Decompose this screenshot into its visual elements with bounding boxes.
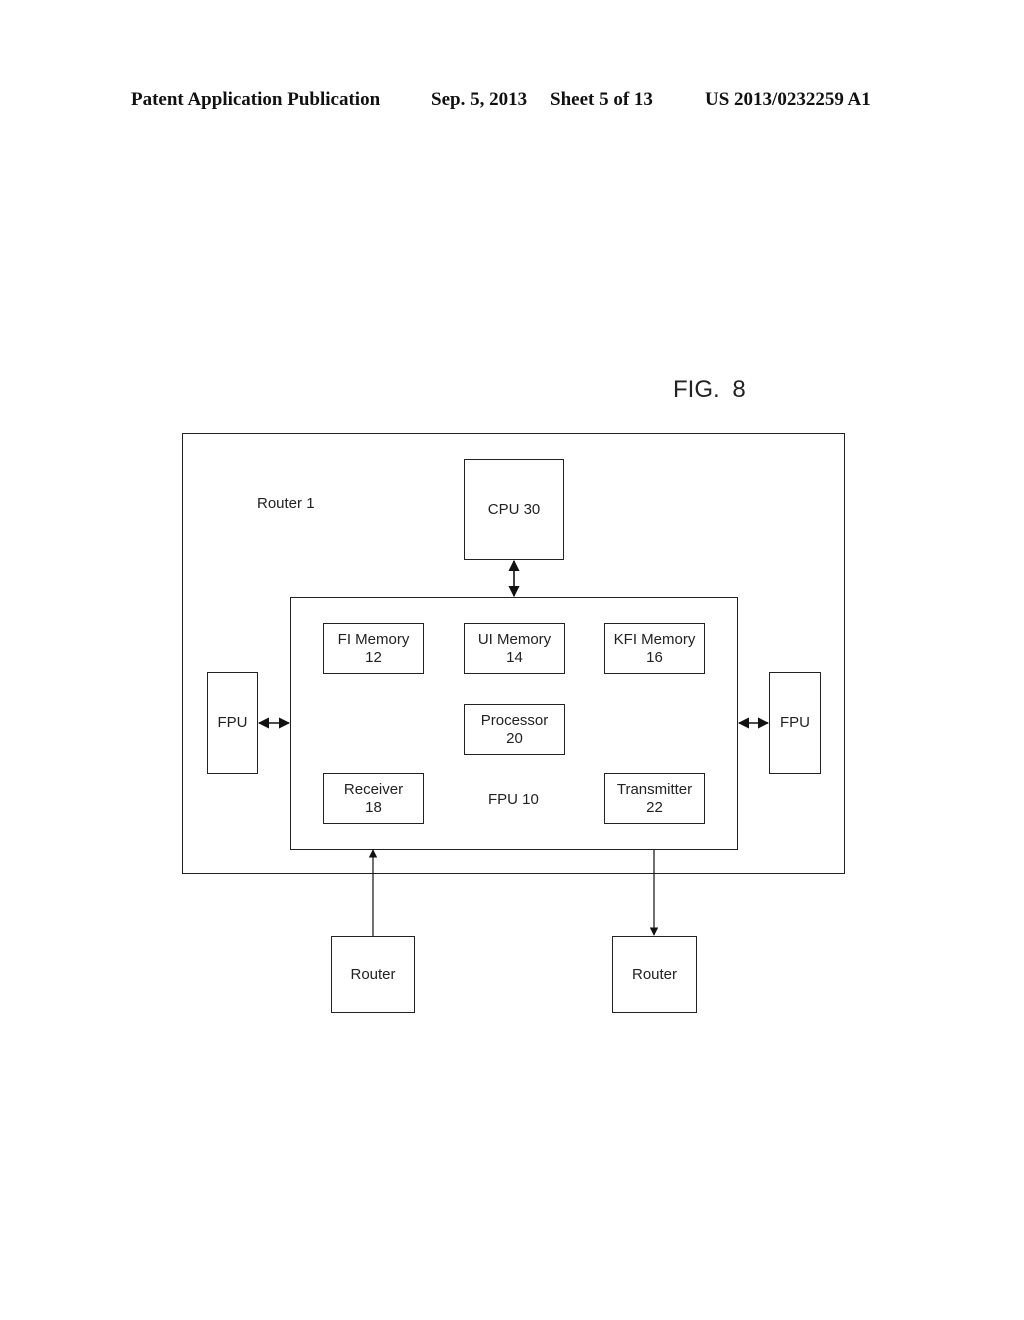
transmitter-text: Transmitter 22 <box>605 781 704 817</box>
fi-memory-box: FI Memory 12 <box>323 623 424 674</box>
kfi-memory-box: KFI Memory 16 <box>604 623 705 674</box>
receiver-text: Receiver 18 <box>324 781 423 817</box>
cpu-box: CPU 30 <box>464 459 564 560</box>
kfi-memory-ref: 16 <box>646 648 663 666</box>
processor-box: Processor 20 <box>464 704 565 755</box>
fpu-right-label: FPU <box>780 714 810 731</box>
ui-memory-box: UI Memory 14 <box>464 623 565 674</box>
transmitter-ref: 22 <box>646 798 663 816</box>
figure-label: FIG. 8 <box>673 376 746 403</box>
processor-name: Processor <box>480 711 549 729</box>
router-in-label: Router <box>350 965 396 983</box>
receiver-ref: 18 <box>365 798 382 816</box>
ui-memory-ref: 14 <box>506 648 523 666</box>
fi-memory-text: FI Memory 12 <box>324 631 423 667</box>
fpu-right-box: FPU <box>769 672 821 774</box>
fi-memory-ref: 12 <box>365 648 382 666</box>
fi-memory-name: FI Memory <box>337 630 410 648</box>
transmitter-name: Transmitter <box>616 780 693 798</box>
cpu-label: CPU 30 <box>487 500 541 518</box>
kfi-memory-text: KFI Memory 16 <box>605 631 704 667</box>
publication-type: Patent Application Publication <box>131 89 381 110</box>
ui-memory-text: UI Memory 14 <box>465 631 564 667</box>
fpu-left-box: FPU <box>207 672 258 774</box>
receiver-name: Receiver <box>343 780 404 798</box>
fpu-10-label: FPU 10 <box>488 791 539 808</box>
fpu-left-label: FPU <box>217 714 248 731</box>
transmitter-box: Transmitter 22 <box>604 773 705 824</box>
kfi-memory-name: KFI Memory <box>613 630 696 648</box>
sheet-number: Sheet 5 of 13 <box>550 89 653 110</box>
ui-memory-name: UI Memory <box>477 630 552 648</box>
processor-text: Processor 20 <box>465 712 564 748</box>
receiver-box: Receiver 18 <box>323 773 424 824</box>
router-1-label: Router 1 <box>257 495 315 512</box>
processor-ref: 20 <box>506 729 523 747</box>
publication-date: Sep. 5, 2013 <box>431 89 528 110</box>
router-out-label: Router <box>631 965 678 983</box>
patent-number: US 2013/0232259 A1 <box>705 89 871 110</box>
router-in-box: Router <box>331 936 415 1013</box>
router-out-box: Router <box>612 936 697 1013</box>
